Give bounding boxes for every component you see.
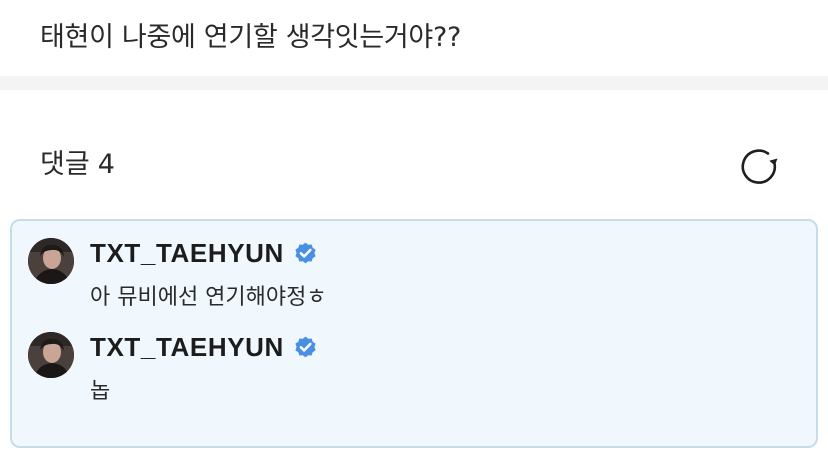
comment-text: 놉 (90, 379, 111, 404)
comment-author[interactable]: TXT_TAEHYUN (90, 332, 284, 363)
comments-header: 댓글 4 (40, 145, 115, 185)
comments-count: 4 (97, 149, 115, 180)
avatar[interactable] (28, 332, 74, 378)
verified-badge-icon (295, 242, 316, 263)
comments-label: 댓글 (40, 149, 90, 180)
post-text: 태현이 나중에 연기할 생각잇는거야?? (40, 22, 462, 53)
page: 태현이 나중에 연기할 생각잇는거야?? 댓글 4 TXT_TAEHYUN 아 … (0, 0, 828, 465)
section-divider (0, 76, 828, 90)
comment-text: 아 뮤비에선 연기해야정ㅎ (90, 285, 327, 310)
verified-badge-icon (295, 336, 316, 357)
comment-author[interactable]: TXT_TAEHYUN (90, 238, 284, 269)
avatar[interactable] (28, 238, 74, 284)
refresh-button[interactable] (738, 146, 780, 186)
refresh-icon (741, 149, 778, 184)
comment-author-row: TXT_TAEHYUN (90, 327, 318, 367)
comment-author-row: TXT_TAEHYUN (90, 233, 318, 273)
highlighted-comments-box: TXT_TAEHYUN 아 뮤비에선 연기해야정ㅎ TXT_TAEHYUN 놉 (10, 219, 818, 448)
